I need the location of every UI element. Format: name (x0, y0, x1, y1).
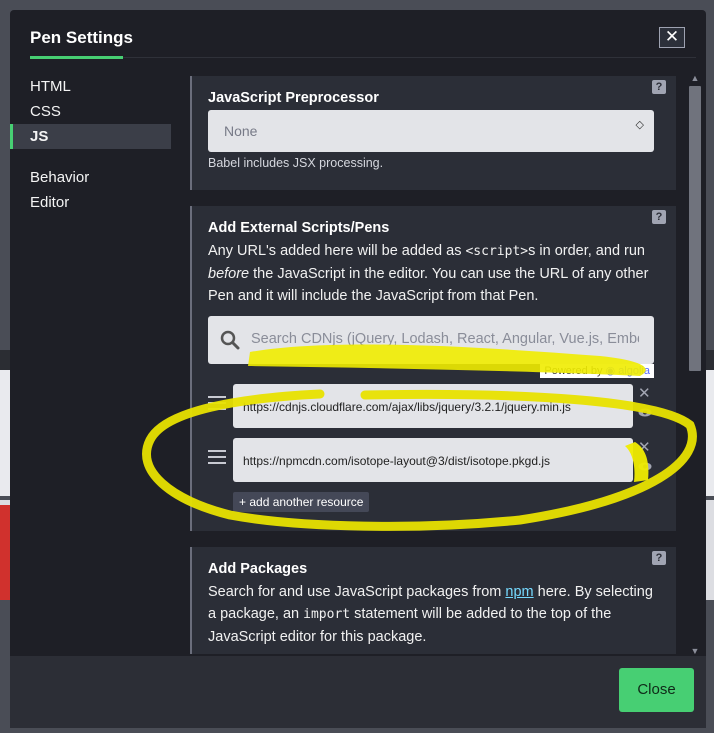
nav-item-editor[interactable]: Editor (10, 190, 171, 215)
settings-nav: HTML CSS JS Behavior Editor (10, 74, 171, 215)
add-resource-button[interactable]: + add another resource (233, 492, 370, 512)
external-scripts-heading: Add External Scripts/Pens (208, 220, 390, 236)
resource-row: https://npmcdn.com/isotope-layout@3/dist… (208, 438, 660, 484)
content-scrollbar[interactable]: ▲ ▼ (689, 72, 701, 657)
preprocessor-hint: Babel includes JSX processing. (208, 156, 384, 170)
settings-content: ? JavaScript Preprocessor None ◇ Babel i… (190, 76, 676, 654)
eye-icon[interactable] (638, 408, 652, 417)
desc-text: Any URL's added here will be added as (208, 243, 466, 259)
preprocessor-selected-value: None (224, 123, 258, 139)
preprocessor-select[interactable]: None ◇ (208, 110, 654, 152)
preprocessor-heading: JavaScript Preprocessor (208, 90, 379, 106)
algolia-label: algolia (618, 365, 650, 377)
nav-item-behavior[interactable]: Behavior (10, 165, 171, 190)
title-divider (123, 57, 696, 58)
algolia-badge[interactable]: Powered by ◉ algolia (540, 364, 654, 378)
powered-by-text: Powered by (544, 365, 603, 377)
algolia-icon: ◉ (605, 365, 616, 377)
desc-code: import (303, 607, 351, 622)
modal-title: Pen Settings (30, 28, 133, 47)
help-icon[interactable]: ? (652, 210, 666, 224)
desc-text: Search for and use JavaScript packages f… (208, 584, 506, 600)
desc-emphasis: before (208, 266, 250, 282)
pen-settings-modal: Pen Settings ✕ HTML CSS JS Behavior Edit… (10, 10, 706, 728)
desc-code: <script> (465, 244, 529, 259)
close-button[interactable]: Close (619, 668, 694, 712)
help-icon[interactable]: ? (652, 551, 666, 565)
background-page-accent (0, 505, 10, 600)
help-icon[interactable]: ? (652, 80, 666, 94)
packages-section: ? Add Packages Search for and use JavaSc… (190, 547, 676, 654)
external-scripts-section: ? Add External Scripts/Pens Any URL's ad… (190, 206, 676, 531)
packages-heading: Add Packages (208, 561, 308, 577)
scroll-up-icon[interactable]: ▲ (689, 72, 701, 84)
remove-resource-icon[interactable]: ✕ (638, 386, 651, 401)
select-arrows-icon: ◇ (635, 119, 644, 131)
close-icon[interactable]: ✕ (659, 27, 685, 48)
resource-url-input[interactable]: https://cdnjs.cloudflare.com/ajax/libs/j… (233, 384, 633, 428)
nav-item-html[interactable]: HTML (10, 74, 171, 99)
eye-icon[interactable] (638, 462, 652, 471)
drag-handle-icon[interactable] (208, 450, 226, 468)
packages-description: Search for and use JavaScript packages f… (208, 581, 660, 648)
desc-text: the JavaScript in the editor. You can us… (208, 266, 649, 304)
scroll-thumb[interactable] (689, 86, 701, 371)
title-underline (30, 56, 123, 59)
remove-resource-icon[interactable]: ✕ (638, 440, 651, 455)
cdnjs-search-box[interactable]: Search CDNjs (jQuery, Lodash, React, Ang… (208, 316, 654, 378)
nav-item-js[interactable]: JS (10, 124, 171, 149)
modal-footer: Close (10, 656, 706, 728)
preprocessor-section: ? JavaScript Preprocessor None ◇ Babel i… (190, 76, 676, 190)
external-scripts-description: Any URL's added here will be added as <s… (208, 240, 660, 307)
drag-handle-icon[interactable] (208, 396, 226, 414)
search-icon (220, 330, 240, 350)
resource-row: https://cdnjs.cloudflare.com/ajax/libs/j… (208, 384, 660, 430)
desc-text: s in order, and run (528, 243, 645, 259)
nav-item-css[interactable]: CSS (10, 99, 171, 124)
search-input[interactable]: Search CDNjs (jQuery, Lodash, React, Ang… (251, 331, 639, 347)
resource-url-input[interactable]: https://npmcdn.com/isotope-layout@3/dist… (233, 438, 633, 482)
npm-link[interactable]: npm (505, 584, 533, 600)
